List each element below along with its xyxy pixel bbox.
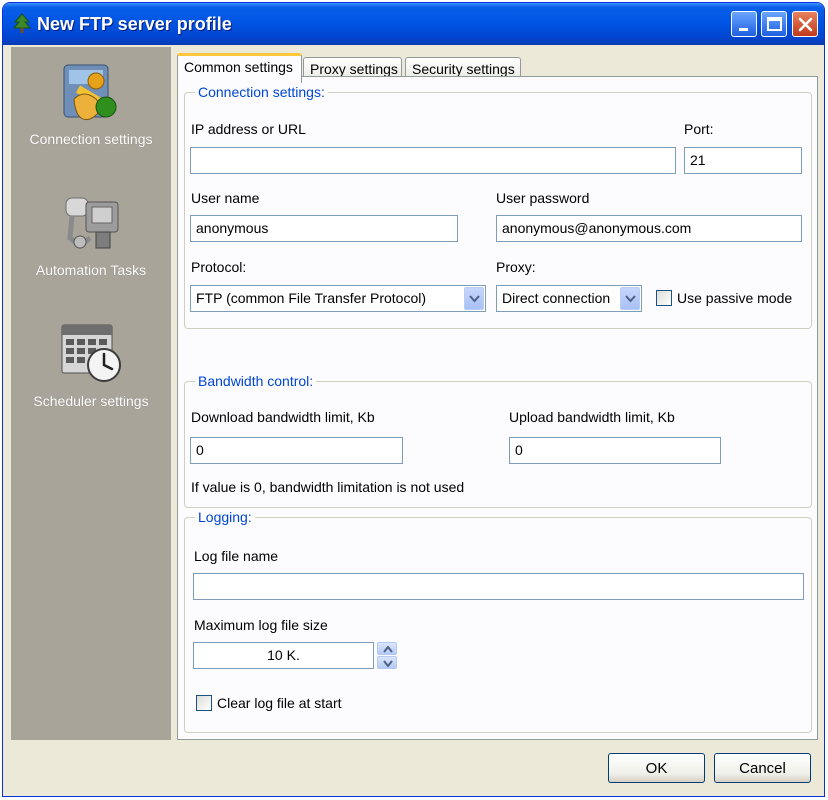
spin-up-button[interactable] xyxy=(377,642,397,655)
logging-group: Logging: Log file name Maximum log file … xyxy=(184,509,812,733)
connection-settings-icon xyxy=(63,64,117,121)
sidebar-item-label: Scheduler settings xyxy=(33,393,149,409)
maximize-icon xyxy=(767,17,782,31)
cancel-button[interactable]: Cancel xyxy=(714,753,811,783)
upload-limit-input[interactable]: 0 xyxy=(509,437,721,464)
tab-label: Proxy settings xyxy=(310,61,398,77)
ip-label: IP address or URL xyxy=(191,121,306,137)
protocol-value: FTP (common File Transfer Protocol) xyxy=(196,290,427,306)
user-password-label: User password xyxy=(496,190,590,206)
clear-log-checkbox[interactable] xyxy=(196,695,212,711)
dialog-body: Connection settings Automation Tasks Sch… xyxy=(7,45,820,792)
chevron-up-icon xyxy=(383,646,393,653)
user-name-input[interactable]: anonymous xyxy=(190,215,458,242)
protocol-select[interactable]: FTP (common File Transfer Protocol) xyxy=(190,285,486,312)
tab-common-settings[interactable]: Common settings xyxy=(177,53,302,83)
protocol-label: Protocol: xyxy=(191,259,247,275)
sidebar-item-connection-settings[interactable]: Connection settings xyxy=(11,59,171,147)
proxy-label: Proxy: xyxy=(496,259,536,275)
download-limit-input[interactable]: 0 xyxy=(190,437,403,464)
group-title: Logging: xyxy=(195,509,255,525)
ok-button[interactable]: OK xyxy=(608,753,705,783)
download-limit-label: Download bandwidth limit, Kb xyxy=(191,409,375,425)
close-icon xyxy=(798,17,813,32)
clear-log-label[interactable]: Clear log file at start xyxy=(217,695,342,711)
proxy-select[interactable]: Direct connection xyxy=(496,285,642,312)
connection-settings-group: Connection settings: IP address or URL P… xyxy=(184,84,812,329)
tab-label: Common settings xyxy=(184,59,293,75)
group-title: Bandwidth control: xyxy=(195,373,317,389)
minimize-button[interactable] xyxy=(731,11,757,37)
sidebar: Connection settings Automation Tasks Sch… xyxy=(11,47,171,740)
protocol-dropdown-button[interactable] xyxy=(464,287,484,310)
chevron-down-icon xyxy=(383,660,393,667)
sidebar-item-label: Automation Tasks xyxy=(35,262,147,278)
close-button[interactable] xyxy=(792,11,818,37)
tree-app-icon xyxy=(12,13,32,33)
max-log-size-label: Maximum log file size xyxy=(194,617,328,633)
group-title: Connection settings: xyxy=(195,84,328,100)
sidebar-item-label: Connection settings xyxy=(29,131,153,147)
passive-mode-checkbox[interactable] xyxy=(656,290,672,306)
title-bar[interactable]: New FTP server profile xyxy=(3,3,824,45)
max-log-size-input[interactable]: 10 K. xyxy=(193,642,374,669)
sidebar-item-scheduler-settings[interactable]: Scheduler settings xyxy=(11,321,171,409)
proxy-value: Direct connection xyxy=(502,290,611,306)
chevron-down-icon xyxy=(469,295,480,303)
tab-label: Security settings xyxy=(412,61,515,77)
maximize-button[interactable] xyxy=(761,11,787,37)
port-input[interactable]: 21 xyxy=(684,147,802,174)
calendar-clock-icon xyxy=(61,324,121,382)
spin-down-button[interactable] xyxy=(377,656,397,669)
log-file-name-input[interactable] xyxy=(193,573,804,600)
passive-mode-label[interactable]: Use passive mode xyxy=(677,290,792,306)
bandwidth-control-group: Bandwidth control: Download bandwidth li… xyxy=(184,373,812,508)
user-name-label: User name xyxy=(191,190,260,206)
upload-limit-label: Upload bandwidth limit, Kb xyxy=(509,409,675,425)
ip-address-input[interactable] xyxy=(190,147,676,174)
tab-panel-common-settings: Connection settings: IP address or URL P… xyxy=(177,76,818,740)
chevron-down-icon xyxy=(625,295,636,303)
log-file-name-label: Log file name xyxy=(194,548,279,564)
proxy-dropdown-button[interactable] xyxy=(620,287,640,310)
bandwidth-note: If value is 0, bandwidth limitation is n… xyxy=(191,479,465,495)
max-log-size-spinner xyxy=(377,642,397,669)
robot-icon xyxy=(65,197,119,250)
dialog-window: New FTP server profile Connection settin… xyxy=(2,2,825,797)
sidebar-item-automation-tasks[interactable]: Automation Tasks xyxy=(11,190,171,278)
window-title: New FTP server profile xyxy=(37,14,232,34)
minimize-icon xyxy=(739,28,748,31)
user-password-input[interactable]: anonymous@anonymous.com xyxy=(496,215,802,242)
port-label: Port: xyxy=(684,121,714,137)
